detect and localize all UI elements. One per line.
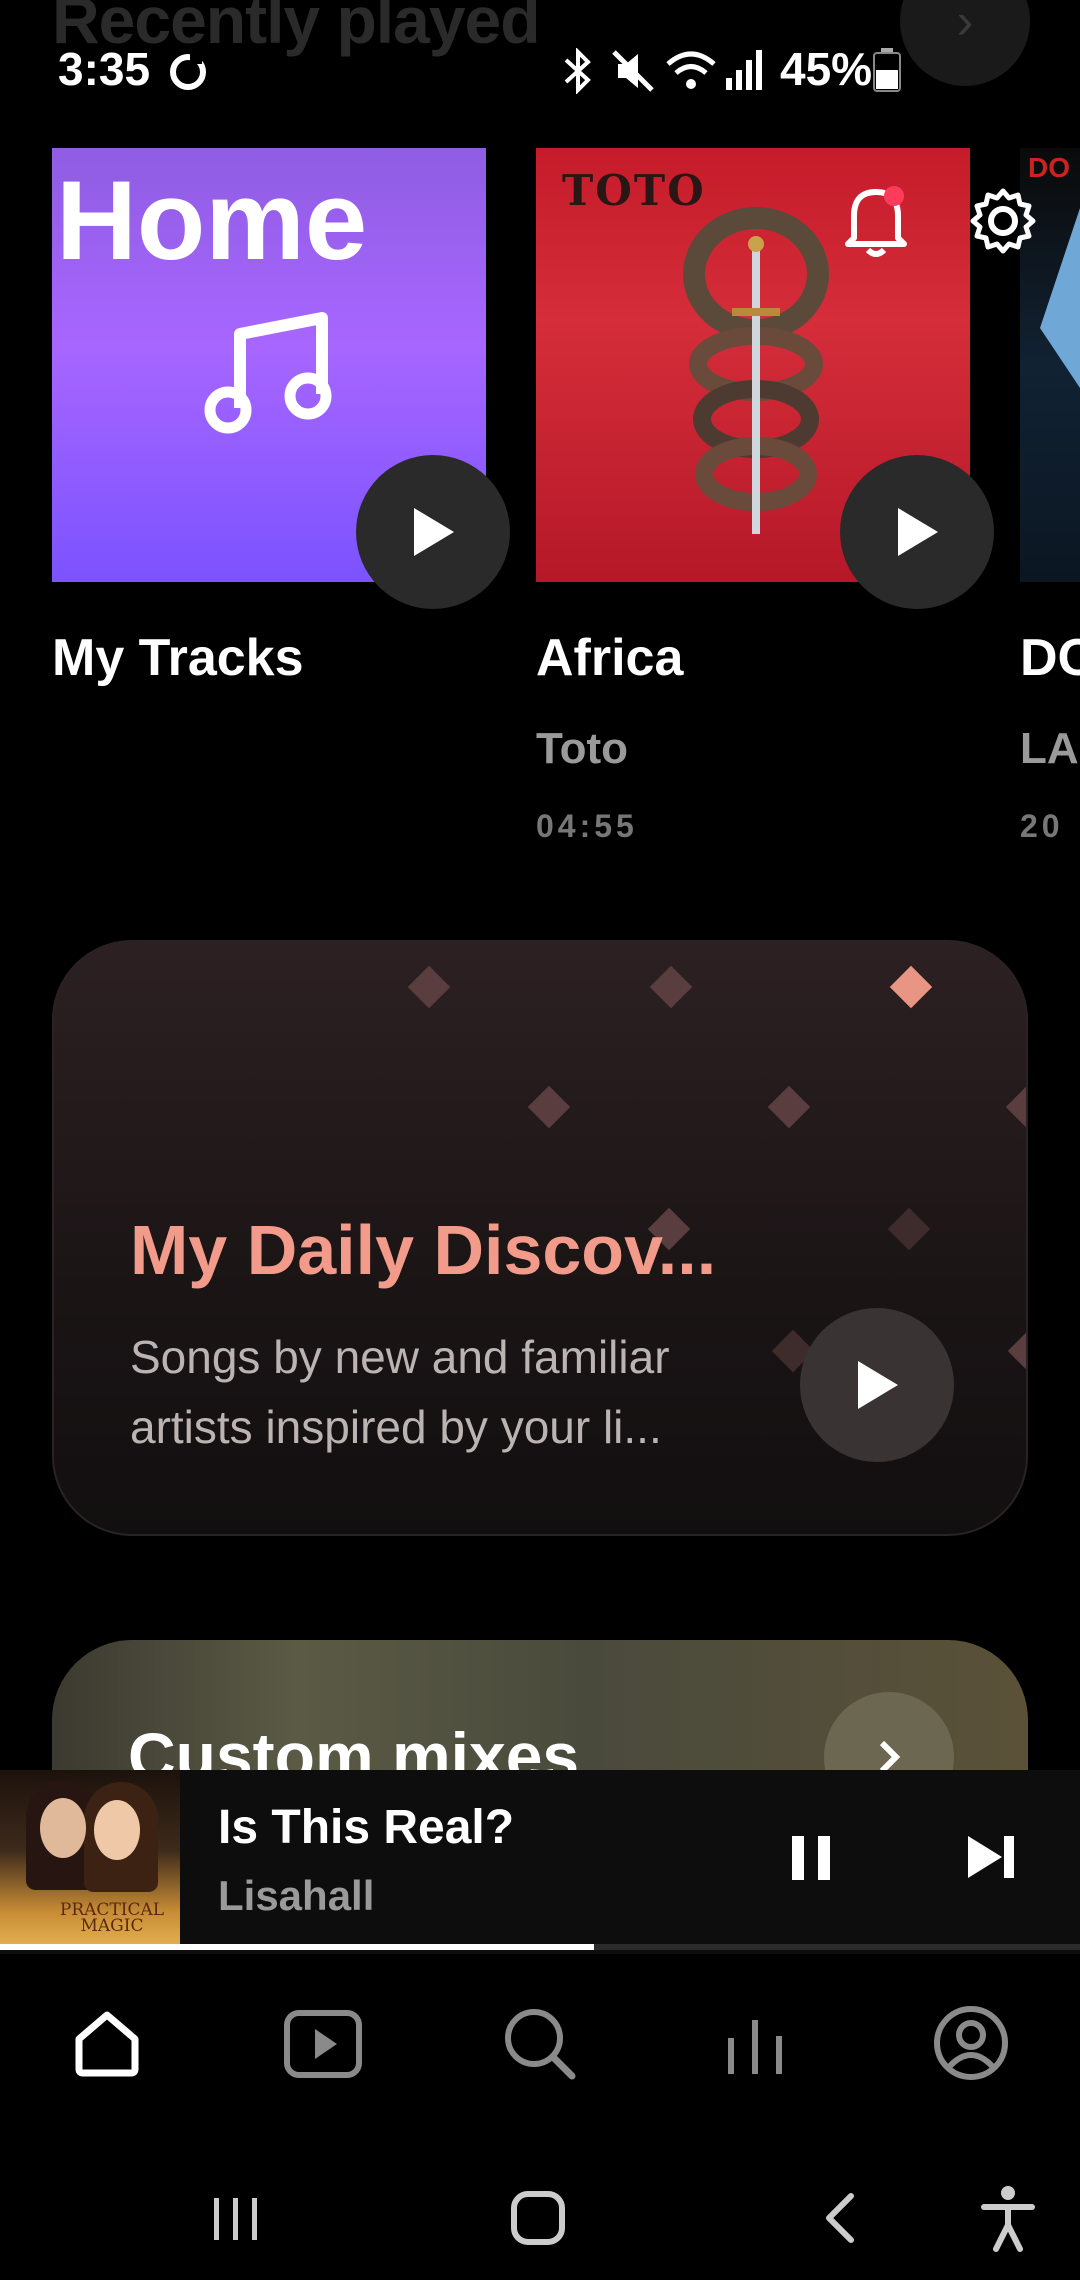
recent-artist-third: LA [1020,724,1079,773]
now-playing-art: PRACTICAL MAGIC [0,1770,180,1948]
daily-discovery-title: My Daily Discov... [130,1211,717,1289]
daily-discovery-card[interactable]: My Daily Discov... Songs by new and fami… [52,940,1028,1536]
battery-percent: 45% [780,43,873,95]
skip-next-icon [968,1836,1014,1878]
system-back-button[interactable] [800,2178,880,2258]
decor-diamond [407,965,451,1009]
nav-search[interactable] [494,1998,584,2088]
accessibility-button[interactable] [968,2178,1048,2258]
now-playing-title: Is This Real? [218,1801,515,1854]
play-icon [414,508,454,556]
recent-duration-africa: 04:55 [536,808,638,840]
nav-videos[interactable] [278,1998,368,2088]
search-icon [505,2009,576,2080]
music-note-icon [204,312,332,434]
video-play-icon [284,2010,362,2078]
decor-diamond [527,1085,571,1129]
recent-title-third: DO [1020,629,1080,687]
profile-icon [934,2006,1008,2080]
play-daily-discovery-button[interactable] [800,1308,954,1462]
decor-diamond [1005,1085,1026,1129]
sync-icon [170,52,206,90]
settings-button[interactable] [968,186,1038,256]
status-bar: 3:35 45% [0,0,1080,140]
daily-discovery-description: Songs by new and familiar artists inspir… [130,1331,670,1453]
back-icon [826,2193,854,2243]
bluetooth-icon [564,48,591,94]
playback-progress-fill [0,1944,594,1950]
equalizer-icon [728,2020,782,2074]
home-icon [75,2011,139,2077]
recent-artist-africa: Toto [536,724,629,773]
recent-title-my-tracks: My Tracks [52,629,304,687]
pause-icon [792,1836,830,1880]
play-icon [898,508,938,556]
play-my-tracks-button[interactable] [356,455,510,609]
nav-profile[interactable] [926,1998,1016,2088]
decor-diamond [1007,1329,1026,1373]
recent-apps-icon [214,2198,257,2240]
status-time: 3:35 [58,43,151,95]
signal-icon [726,50,762,90]
home-button-icon [511,2191,565,2245]
system-home-button[interactable] [498,2178,578,2258]
nav-library[interactable] [710,1998,800,2088]
recent-title-africa: Africa [536,629,684,687]
play-africa-button[interactable] [840,455,994,609]
decor-diamond [649,965,693,1009]
notifications-button[interactable] [842,180,910,260]
now-playing-artist: Lisahall [218,1872,375,1919]
bottom-navigation [0,1960,1080,2120]
gear-icon [970,188,1036,254]
pause-button[interactable] [784,1822,840,1892]
decor-diamond [889,965,933,1009]
accessibility-icon [981,2186,1035,2252]
mute-icon [612,50,654,92]
now-playing-art-text: PRACTICAL MAGIC [59,1900,165,1936]
recent-apps-button[interactable] [196,2178,276,2258]
bell-icon [845,186,907,257]
nav-home[interactable] [62,1998,152,2088]
playback-progress-bar[interactable] [0,1944,1080,1950]
decor-diamond [767,1085,811,1129]
wifi-icon [666,51,716,89]
decor-diamond [887,1207,931,1251]
mini-player[interactable]: PRACTICAL MAGIC Is This Real? Lisahall [0,1770,1080,1954]
system-navigation [0,2150,1080,2280]
battery-icon [873,48,901,92]
recent-duration-third: 20 [1020,808,1064,840]
play-icon [858,1361,898,1409]
next-track-button[interactable] [962,1822,1022,1892]
